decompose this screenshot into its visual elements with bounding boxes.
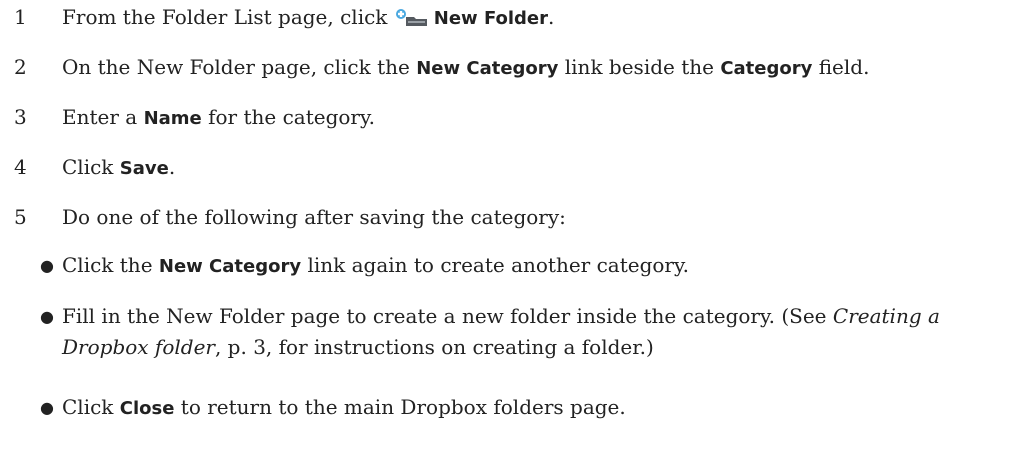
step-text: From the Folder List page, click New Fol… <box>62 5 555 29</box>
bullet-text: Click Close to return to the main Dropbo… <box>62 395 626 419</box>
step-text: Click Save. <box>62 155 176 179</box>
bullet-icon: ● <box>40 307 54 326</box>
step-text: On the New Folder page, click the New Ca… <box>62 55 870 79</box>
step-number: 3 <box>14 105 27 129</box>
new-category-label: New Category <box>416 58 559 79</box>
bullet-icon: ● <box>40 256 54 275</box>
step-text: Enter a Name for the category. <box>62 105 375 129</box>
bullet-icon: ● <box>40 398 54 417</box>
step-text: Do one of the following after saving the… <box>62 205 566 229</box>
new-folder-label: New Folder <box>433 8 549 29</box>
step-number: 4 <box>14 155 27 179</box>
bullet-text: Fill in the New Folder page to create a … <box>62 304 940 359</box>
close-label: Close <box>119 398 175 419</box>
new-folder-icon <box>395 9 427 26</box>
step-number: 2 <box>14 55 27 79</box>
step-number: 1 <box>14 5 27 29</box>
bullet-text: Click the New Category link again to cre… <box>62 253 689 277</box>
step-number: 5 <box>14 205 27 229</box>
category-label: Category <box>720 58 813 79</box>
new-category-label: New Category <box>158 256 302 277</box>
name-label: Name <box>143 108 202 129</box>
save-label: Save <box>119 158 169 179</box>
